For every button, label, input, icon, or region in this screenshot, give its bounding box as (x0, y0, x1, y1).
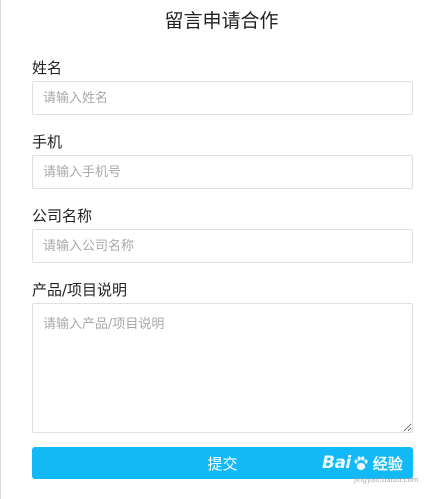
name-label: 姓名 (32, 59, 63, 77)
form-title: 留言申请合作 (164, 10, 279, 32)
phone-input[interactable] (32, 155, 413, 189)
window-left-edge (0, 0, 1, 499)
description-textarea[interactable] (32, 303, 413, 433)
company-input[interactable] (32, 229, 413, 263)
name-input[interactable] (32, 81, 413, 115)
description-label: 产品/项目说明 (32, 281, 128, 299)
submit-button[interactable]: 提交 (32, 447, 413, 479)
company-label: 公司名称 (32, 207, 93, 225)
phone-label: 手机 (32, 133, 63, 151)
